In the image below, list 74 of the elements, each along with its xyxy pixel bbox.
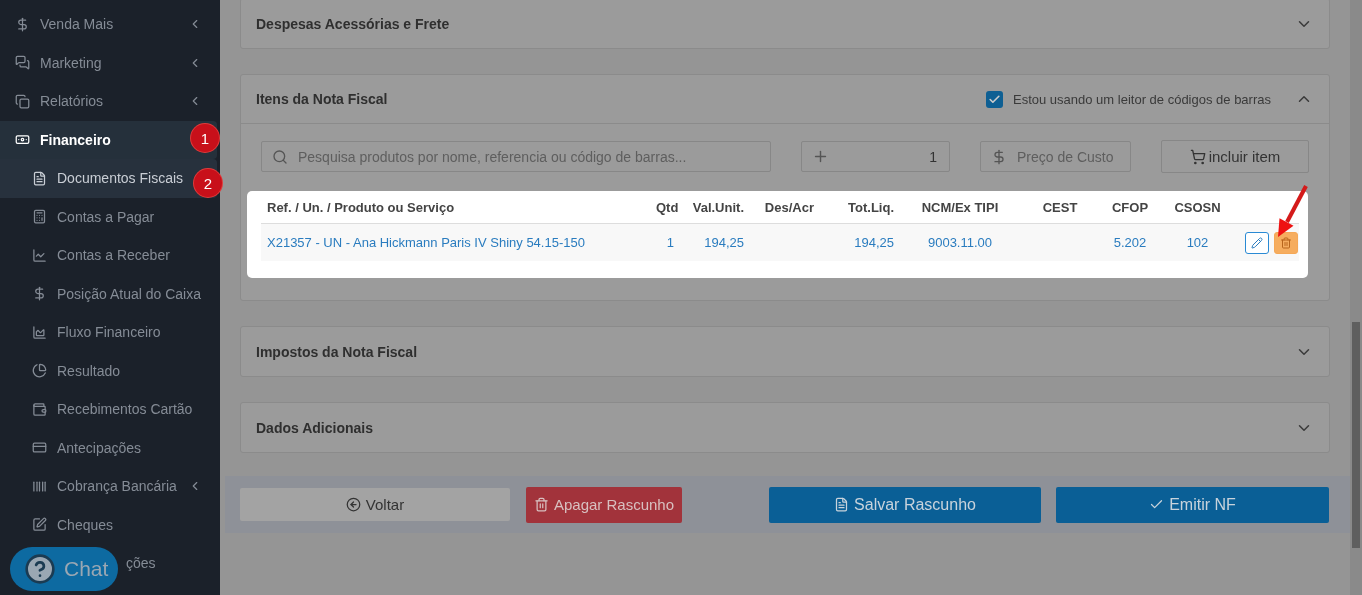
arrow-left-circle-icon xyxy=(345,497,361,512)
column-header: Qtd xyxy=(655,199,680,215)
sidebar-item[interactable]: Recebimentos Cartão xyxy=(0,390,220,429)
edit-button[interactable] xyxy=(1245,231,1269,254)
plus-icon xyxy=(812,148,829,165)
pie-chart-icon xyxy=(32,363,47,379)
document-icon xyxy=(834,497,850,512)
section-title: Impostos da Nota Fiscal xyxy=(256,343,419,360)
pencil-icon xyxy=(1251,236,1263,249)
sidebar-item[interactable]: Marketing xyxy=(0,43,220,82)
table-cell-text: 194,25 xyxy=(703,235,745,250)
sidebar-item[interactable]: Cheques xyxy=(0,505,220,544)
section-title: Despesas Acessórias e Frete xyxy=(256,15,451,32)
help-icon xyxy=(24,553,56,585)
sidebar-item[interactable]: Fluxo Financeiro xyxy=(0,313,220,352)
checkbox[interactable] xyxy=(986,90,1003,108)
line-chart-icon xyxy=(32,247,47,263)
arrow-annotation xyxy=(1278,185,1308,237)
sidebar-item[interactable]: Contas a Pagar xyxy=(0,197,220,236)
checkbox-label: Estou usando um leitor de códigos de barras xyxy=(1013,91,1271,107)
column-header: Ref. / Un. / Produto ou Serviço xyxy=(266,199,456,215)
sidebar-item[interactable]: Posição Atual do Caixa xyxy=(0,274,220,313)
back-button[interactable]: Voltar xyxy=(240,488,510,521)
dollar-icon xyxy=(32,286,47,302)
sidebar-item[interactable]: Relatórios xyxy=(0,82,220,121)
table-cell-text: 5.202 xyxy=(1112,235,1148,250)
emit-button[interactable]: Emitir NF xyxy=(1056,486,1329,523)
scrollbar[interactable] xyxy=(1350,0,1362,595)
sidebar-item[interactable]: Antecipações xyxy=(0,428,220,467)
check-icon xyxy=(988,92,1001,106)
sidebar-item[interactable]: ções xyxy=(126,555,156,572)
cart-icon xyxy=(1189,148,1206,165)
column-header: Tot.Liq. xyxy=(847,199,895,215)
column-header: NCM/Ex TIPI xyxy=(920,199,1000,215)
search-input[interactable]: Pesquisa produtos por nome, referencia ou código de barras... xyxy=(296,147,760,166)
section-title: Itens da Nota Fiscal xyxy=(256,91,389,107)
trash-icon xyxy=(1280,236,1292,249)
save-button[interactable]: Salvar Rascunho xyxy=(769,486,1041,523)
sidebar-item[interactable]: Venda Mais xyxy=(0,5,220,44)
step-badge: 2 xyxy=(194,169,222,197)
column-header: Des/Acr xyxy=(763,199,815,215)
calculator-icon xyxy=(32,209,47,225)
column-header: CFOP xyxy=(1110,199,1150,215)
column-header: Val.Unit. xyxy=(691,199,745,215)
column-header: CEST xyxy=(1041,199,1079,215)
add-item-button[interactable]: incluir item xyxy=(1161,140,1309,173)
table-cell-text: 1 xyxy=(665,235,675,250)
delete-button[interactable] xyxy=(1274,231,1298,254)
document-icon xyxy=(32,170,47,186)
copy-icon xyxy=(15,93,30,109)
dollar-icon xyxy=(991,148,1007,165)
table-cell-text: 102 xyxy=(1185,235,1210,250)
credit-card-icon xyxy=(32,440,47,456)
trash-icon xyxy=(533,497,549,512)
barcode-icon xyxy=(32,478,47,494)
quantity-field[interactable]: 1 xyxy=(801,141,950,172)
table-cell-text: 194,25 xyxy=(853,235,895,250)
search-field[interactable]: Pesquisa produtos por nome, referencia ou código de barras... xyxy=(261,141,771,172)
chat-bubbles-icon xyxy=(15,55,30,71)
table-cell-text: 9003.11.00 xyxy=(926,235,994,250)
search-icon xyxy=(272,148,288,165)
area-chart-icon xyxy=(32,324,47,340)
table-cell[interactable]: X21357 - UN - Ana Hickmann Paris IV Shiny 54.15-150 xyxy=(261,235,650,250)
column-header: CSOSN xyxy=(1173,199,1222,215)
price-input[interactable]: Preço de Custo xyxy=(1015,147,1120,166)
sidebar-item[interactable]: Resultado xyxy=(0,351,220,390)
edit-icon xyxy=(32,517,47,533)
dollar-icon xyxy=(15,16,30,32)
delete-button[interactable]: Apagar Rascunho xyxy=(526,486,682,523)
sidebar-item[interactable]: Contas a Receber xyxy=(0,236,220,275)
quantity-input[interactable]: 1 xyxy=(837,147,939,166)
section-title: Dados Adicionais xyxy=(256,419,374,436)
sidebar-item[interactable]: Cobrança Bancária xyxy=(0,467,220,506)
price-field[interactable]: Preço de Custo xyxy=(980,141,1131,172)
